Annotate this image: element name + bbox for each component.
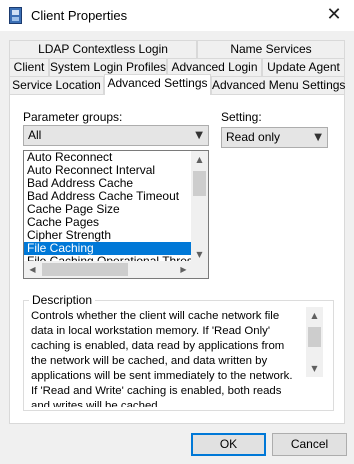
- scroll-thumb[interactable]: [308, 327, 321, 347]
- list-vertical-scrollbar[interactable]: ▲ ▼: [191, 151, 208, 263]
- scrollbar-corner: [191, 261, 208, 278]
- parameter-groups-select[interactable]: All ▼: [23, 125, 209, 146]
- tab-advanced-menu-settings[interactable]: Advanced Menu Settings: [211, 76, 345, 94]
- setting-label: Setting:: [221, 110, 262, 124]
- list-item[interactable]: Auto Reconnect: [24, 151, 192, 164]
- ok-button[interactable]: OK: [191, 433, 266, 456]
- chevron-down-icon: ▼: [314, 132, 322, 143]
- list-horizontal-scrollbar[interactable]: ◀ ▶: [24, 261, 192, 278]
- list-item[interactable]: Bad Address Cache: [24, 177, 192, 190]
- tab-service-location[interactable]: Service Location: [9, 76, 104, 94]
- list-item-selected[interactable]: File Caching: [24, 242, 192, 255]
- description-label: Description: [29, 293, 96, 307]
- list-item[interactable]: Cache Page Size: [24, 203, 192, 216]
- tab-ldap-contextless-login[interactable]: LDAP Contextless Login: [9, 40, 197, 58]
- description-text: Controls whether the client will cache n…: [31, 310, 293, 407]
- tab-advanced-settings[interactable]: Advanced Settings: [104, 74, 211, 95]
- chevron-down-icon: ▼: [195, 130, 203, 141]
- tab-client[interactable]: Client: [9, 58, 49, 76]
- scroll-thumb[interactable]: [193, 171, 206, 196]
- list-item[interactable]: Cipher Strength: [24, 229, 192, 242]
- parameters-list[interactable]: Auto Reconnect Auto Reconnect Interval B…: [23, 150, 209, 279]
- scroll-thumb[interactable]: [42, 263, 128, 276]
- cancel-button[interactable]: Cancel: [272, 433, 347, 456]
- scroll-right-icon[interactable]: ▶: [175, 261, 192, 278]
- parameter-groups-value: All: [28, 128, 42, 142]
- scroll-up-icon[interactable]: ▲: [306, 307, 323, 324]
- tab-name-services[interactable]: Name Services: [197, 40, 345, 58]
- list-item[interactable]: Auto Reconnect Interval: [24, 164, 192, 177]
- close-icon[interactable]: ✕: [322, 4, 346, 26]
- list-item[interactable]: Cache Pages: [24, 216, 192, 229]
- scroll-left-icon[interactable]: ◀: [24, 261, 41, 278]
- list-item[interactable]: Bad Address Cache Timeout: [24, 190, 192, 203]
- scroll-up-icon[interactable]: ▲: [191, 151, 208, 168]
- window-title: Client Properties: [31, 8, 128, 23]
- setting-select[interactable]: Read only ▼: [221, 127, 328, 148]
- description-scrollbar[interactable]: ▲ ▼: [306, 307, 323, 377]
- tab-update-agent[interactable]: Update Agent: [262, 58, 345, 76]
- scroll-down-icon[interactable]: ▼: [306, 360, 323, 377]
- client-app-icon: [9, 7, 22, 24]
- parameter-groups-label: Parameter groups:: [23, 110, 123, 124]
- setting-value: Read only: [226, 130, 281, 144]
